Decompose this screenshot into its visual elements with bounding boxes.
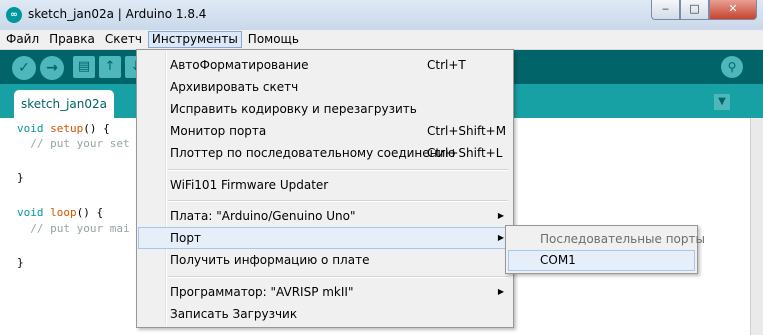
menu-item-label: Записать Загрузчик <box>170 307 298 321</box>
menu-item-board[interactable]: Плата: "Arduino/Genuino Uno" ▶ <box>138 205 510 227</box>
window-title: sketch_jan02a | Arduino 1.8.4 <box>28 7 207 21</box>
submenu-item-label: COM1 <box>540 253 576 267</box>
menu-item-shortcut: Ctrl+Shift+L <box>427 146 503 160</box>
menu-item-fix-encoding[interactable]: Исправить кодировку и перезагрузить <box>138 98 510 120</box>
verify-icon[interactable]: ✓ <box>12 56 36 80</box>
open-icon[interactable]: ↑ <box>99 56 121 78</box>
code-text: () { <box>76 206 104 219</box>
menu-item-serial-monitor[interactable]: Монитор порта Ctrl+Shift+M <box>138 120 510 142</box>
code-line-9: } <box>17 256 24 269</box>
menu-item-label: Программатор: "AVRISP mkII" <box>170 285 354 299</box>
menu-item-wifi101-updater[interactable]: WiFi101 Firmware Updater <box>138 174 510 196</box>
menu-sketch[interactable]: Скетч <box>101 31 146 48</box>
code-line-7: // put your mai <box>17 222 130 235</box>
code-line-2: // put your set <box>17 137 130 150</box>
window-titlebar: ∞ sketch_jan02a | Arduino 1.8.4 ‒ □ ✕ <box>0 0 763 31</box>
code-line-1: void setup() { <box>17 122 110 135</box>
menu-separator <box>168 276 508 278</box>
menu-bar: Файл Правка Скетч Инструменты Помощь <box>0 30 763 50</box>
serial-monitor-icon[interactable]: ⚲ <box>721 56 743 78</box>
window-controls: ‒ □ ✕ <box>651 0 757 20</box>
menu-tools[interactable]: Инструменты <box>147 31 242 48</box>
menu-item-label: Плоттер по последовательному соединению <box>170 146 456 160</box>
function-name: loop <box>50 206 77 219</box>
menu-item-burn-bootloader[interactable]: Записать Загрузчик <box>138 303 510 325</box>
close-button[interactable]: ✕ <box>709 0 757 20</box>
port-submenu: Последовательные порты COM1 <box>505 225 705 274</box>
function-name: setup <box>50 122 84 135</box>
menu-item-label: Плата: "Arduino/Genuino Uno" <box>170 209 356 223</box>
new-icon[interactable]: ▤ <box>73 56 95 78</box>
menu-file[interactable]: Файл <box>2 31 43 48</box>
tab-menu-chevron-down-icon[interactable]: ▼ <box>714 94 730 110</box>
menu-item-label: WiFi101 Firmware Updater <box>170 178 329 192</box>
menu-item-label: Архивировать скетч <box>170 80 299 94</box>
menu-item-port[interactable]: Порт ▶ <box>138 227 510 249</box>
menu-item-label: Исправить кодировку и перезагрузить <box>170 102 417 116</box>
menu-item-label: Получить информацию о плате <box>170 253 370 267</box>
arduino-logo-icon: ∞ <box>6 7 22 23</box>
keyword: void <box>17 122 44 135</box>
tab-sketch[interactable]: sketch_jan02a <box>14 90 114 118</box>
submenu-arrow-icon: ▶ <box>497 211 504 220</box>
menu-separator <box>168 200 508 202</box>
code-line-6: void loop() { <box>17 206 103 219</box>
menu-item-programmer[interactable]: Программатор: "AVRISP mkII" ▶ <box>138 281 510 303</box>
menu-separator <box>168 169 508 171</box>
menu-item-archive-sketch[interactable]: Архивировать скетч <box>138 76 510 98</box>
submenu-header-label: Последовательные порты <box>540 232 705 246</box>
minimize-button[interactable]: ‒ <box>651 0 680 20</box>
menu-item-label: Порт <box>170 231 201 245</box>
editor-scrollbar[interactable] <box>750 118 763 335</box>
menu-item-board-info[interactable]: Получить информацию о плате <box>138 249 510 271</box>
code-line-4: } <box>17 171 24 184</box>
submenu-header-serial-ports: Последовательные порты <box>508 229 705 249</box>
menu-item-label: АвтоФорматирование <box>170 58 309 72</box>
menu-item-shortcut: Ctrl+Shift+M <box>427 124 507 138</box>
menu-edit[interactable]: Правка <box>45 31 99 48</box>
tools-menu-dropdown: АвтоФорматирование Ctrl+T Архивировать с… <box>136 49 514 328</box>
menu-item-autoformat[interactable]: АвтоФорматирование Ctrl+T <box>138 54 510 76</box>
submenu-arrow-icon: ▶ <box>497 287 504 296</box>
submenu-item-com1[interactable]: COM1 <box>508 250 695 271</box>
code-text: () { <box>83 122 110 135</box>
upload-icon[interactable]: → <box>40 56 64 80</box>
keyword: void <box>17 206 44 219</box>
submenu-arrow-icon: ▶ <box>497 233 504 242</box>
menu-item-serial-plotter[interactable]: Плоттер по последовательному соединению … <box>138 142 510 164</box>
maximize-button[interactable]: □ <box>680 0 709 20</box>
menu-help[interactable]: Помощь <box>244 31 303 48</box>
menu-item-shortcut: Ctrl+T <box>427 58 466 72</box>
menu-item-label: Монитор порта <box>170 124 267 138</box>
